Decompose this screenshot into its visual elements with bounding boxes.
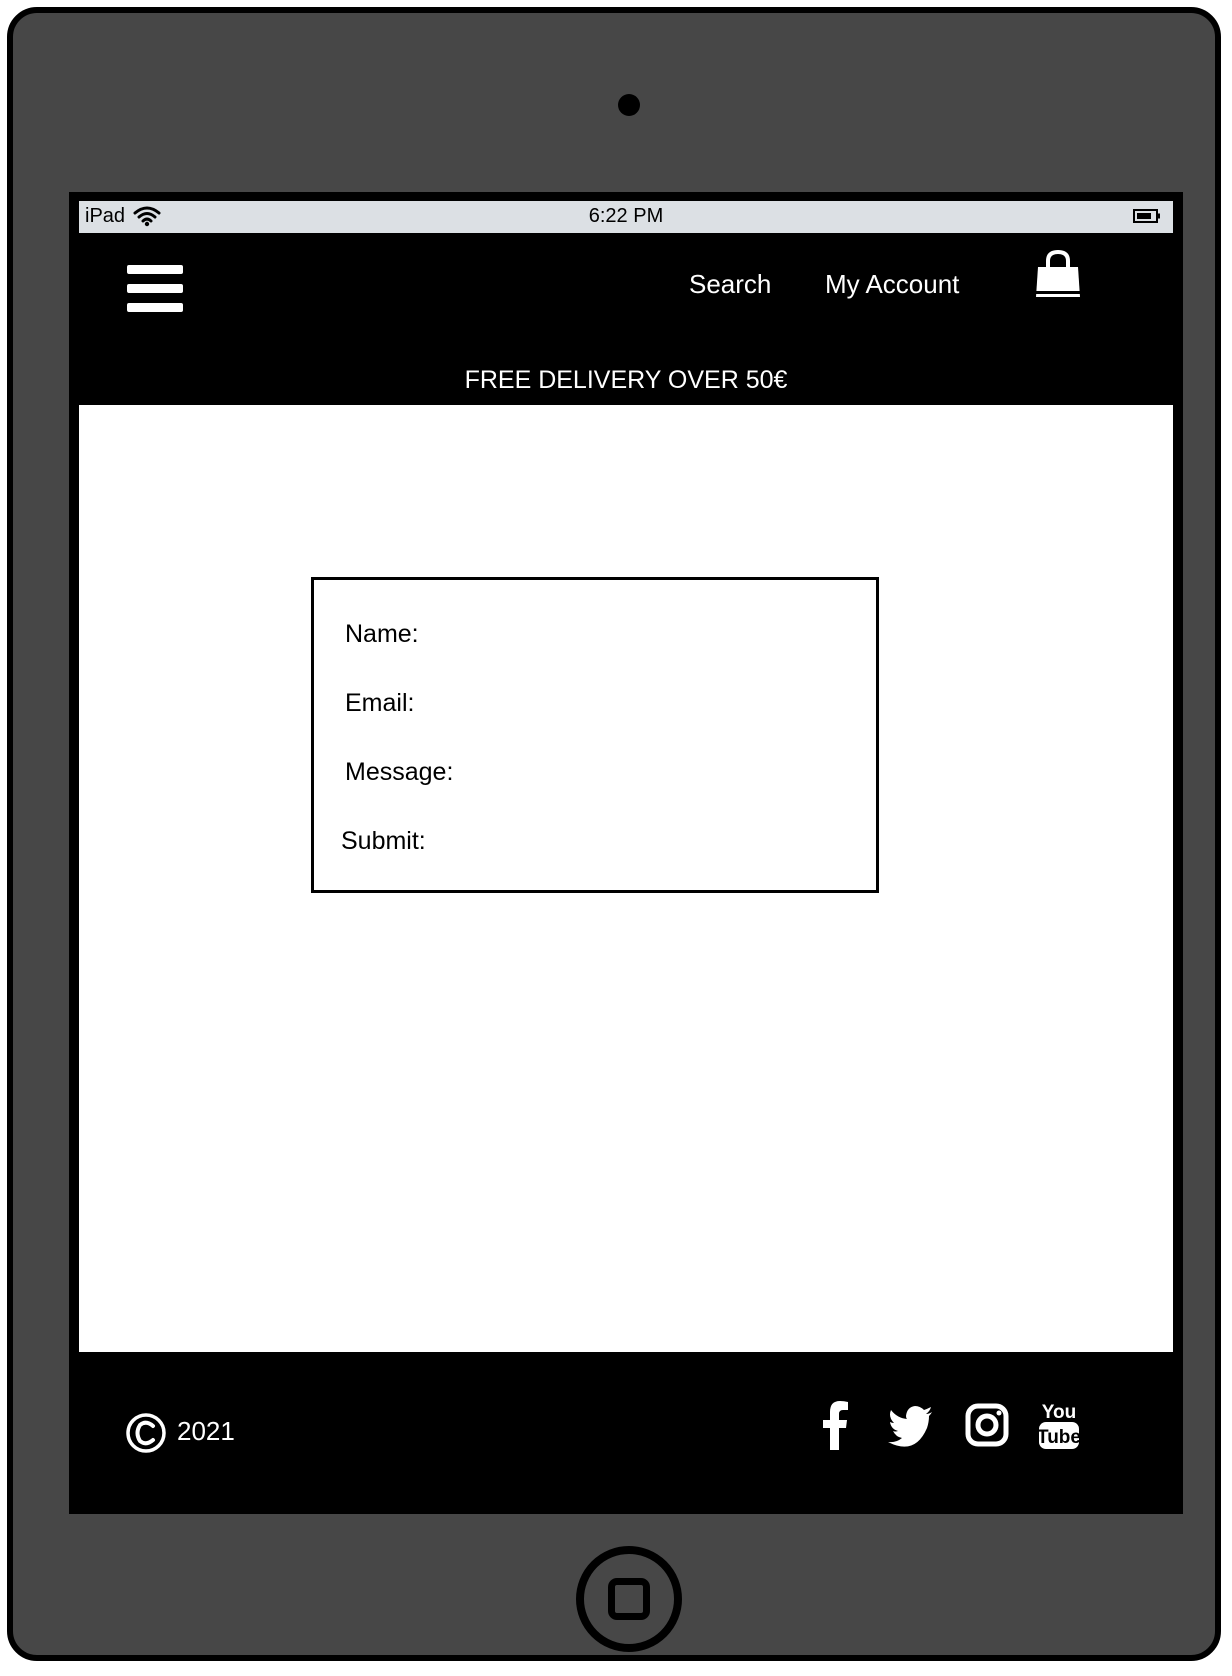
nav-my-account-link[interactable]: My Account bbox=[825, 269, 959, 300]
hamburger-menu-icon[interactable] bbox=[127, 265, 185, 315]
copyright-year: 2021 bbox=[177, 1416, 235, 1446]
name-field-label[interactable]: Name: bbox=[345, 620, 419, 649]
email-field-label[interactable]: Email: bbox=[345, 689, 414, 718]
site-footer: 2021 You Tube bbox=[69, 1352, 1183, 1514]
tablet-frame: iPad 6:22 PM Search My Account FREE DELI… bbox=[7, 7, 1221, 1661]
svg-text:You: You bbox=[1042, 1402, 1076, 1423]
copyright-icon bbox=[126, 1413, 166, 1453]
free-delivery-banner: FREE DELIVERY OVER 50€ bbox=[464, 366, 788, 394]
contact-form: Name: Email: Message: Submit: bbox=[311, 577, 879, 893]
shopping-bag-icon[interactable] bbox=[1032, 249, 1084, 303]
instagram-icon[interactable] bbox=[963, 1398, 1011, 1452]
page-content: Name: Email: Message: Submit: bbox=[79, 405, 1173, 1352]
message-field-label[interactable]: Message: bbox=[345, 758, 453, 787]
status-bar: iPad 6:22 PM bbox=[79, 201, 1173, 233]
submit-button[interactable]: Submit: bbox=[341, 827, 426, 856]
youtube-icon[interactable]: You Tube bbox=[1035, 1398, 1083, 1452]
svg-text:Tube: Tube bbox=[1037, 1427, 1081, 1448]
twitter-icon[interactable] bbox=[887, 1398, 935, 1452]
screen: iPad 6:22 PM Search My Account FREE DELI… bbox=[69, 192, 1183, 1514]
camera-dot bbox=[618, 94, 640, 116]
home-button-square bbox=[608, 1578, 650, 1620]
facebook-icon[interactable] bbox=[811, 1398, 859, 1452]
battery-icon bbox=[1133, 209, 1160, 223]
status-time: 6:22 PM bbox=[588, 205, 664, 227]
nav-search-link[interactable]: Search bbox=[689, 269, 771, 300]
home-button[interactable] bbox=[576, 1546, 682, 1652]
site-header: Search My Account FREE DELIVERY OVER 50€ bbox=[79, 241, 1173, 403]
